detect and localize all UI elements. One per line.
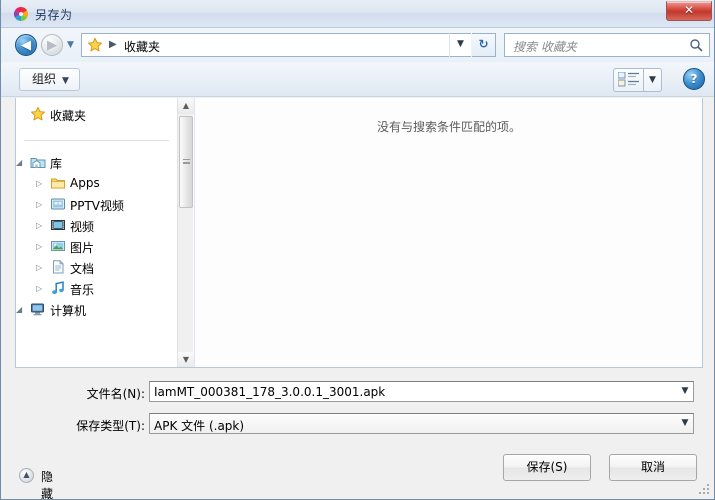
video-library-icon [50, 196, 66, 212]
toolbar: 组织 ▼ ▼ ? [1, 62, 714, 97]
nav-item-7[interactable]: ▷ 音乐 [16, 278, 177, 299]
window-title: 另存为 [35, 8, 73, 22]
scrollbar-thumb[interactable] [179, 116, 193, 208]
nav-item-5[interactable]: ▷ 图片 [16, 236, 177, 257]
scrollbar-grip-icon [183, 159, 190, 164]
computer-icon [30, 301, 46, 317]
address-bar[interactable]: ▶ 收藏夹 [81, 33, 471, 57]
back-arrow-icon: ◀ [21, 38, 31, 53]
nav-item-6[interactable]: ▷ 文档 [16, 257, 177, 278]
collapse-twisty-icon[interactable]: ▷ [36, 284, 46, 294]
star-icon [87, 37, 103, 53]
nav-item-label: 文档 [70, 262, 95, 276]
content-panes: 收藏夹 ◢ 库 ▷ Apps ▷ PPTV视频 ▷ 视频 ▷ 图片 ▷ 文档 ▷ 音乐 ◢ 计算机 ▲ ▼ 没有… [15, 98, 703, 368]
collapse-twisty-icon[interactable]: ▷ [36, 221, 46, 231]
videos-icon [50, 217, 66, 233]
nav-divider [24, 140, 169, 141]
library-icon [30, 154, 46, 170]
question-mark-icon: ? [690, 72, 698, 86]
documents-icon [50, 259, 66, 275]
filename-label: 文件名(N): [86, 387, 145, 401]
pinwheel-icon [13, 6, 29, 22]
nav-item-label: 收藏夹 [50, 109, 87, 123]
chevron-down-icon: ▼ [681, 386, 689, 396]
address-bar-row: ◀ ▶ ▼ ▶ 收藏夹 ▼ ↻ 搜索 收藏夹 [1, 28, 714, 62]
forward-button[interactable]: ▶ [41, 34, 63, 56]
search-input[interactable]: 搜索 收藏夹 [504, 33, 710, 57]
resize-grip-dot [707, 484, 709, 486]
filename-value: IamMT_000381_178_3.0.0.1_3001.apk [154, 385, 386, 399]
resize-grip-dot [699, 492, 701, 494]
filetype-value: APK 文件 (.apk) [154, 419, 245, 433]
resize-grip[interactable] [699, 484, 712, 497]
chevron-down-icon: ▼ [62, 76, 69, 86]
chevron-down-icon: ▼ [681, 418, 689, 428]
nav-item-label: PPTV视频 [70, 199, 125, 213]
nav-pane-scrollbar[interactable]: ▲ ▼ [177, 98, 194, 367]
save-button[interactable]: 保存(S) [503, 454, 591, 481]
save-as-dialog: 另存为 ✕ ◀ ▶ ▼ ▶ 收藏夹 ▼ ↻ 搜索 收藏夹 组织 ▼ ▼ ? 收藏… [0, 0, 715, 500]
pictures-icon [50, 238, 66, 254]
organize-label: 组织 [32, 72, 57, 86]
nav-item-label: 图片 [70, 241, 95, 255]
nav-item-0[interactable]: 收藏夹 [16, 104, 177, 125]
resize-grip-dot [703, 492, 705, 494]
nav-item-1[interactable]: ◢ 库 [16, 152, 177, 173]
collapse-twisty-icon[interactable]: ▷ [36, 179, 46, 189]
close-icon: ✕ [683, 3, 695, 17]
collapse-twisty-icon[interactable]: ▷ [36, 242, 46, 252]
filetype-select[interactable]: APK 文件 (.apk) ▼ [149, 413, 694, 434]
breadcrumb-separator-icon: ▶ [109, 39, 117, 50]
nav-item-2[interactable]: ▷ Apps [16, 173, 177, 194]
chevron-down-icon: ▼ [457, 39, 464, 49]
nav-item-3[interactable]: ▷ PPTV视频 [16, 194, 177, 215]
help-button[interactable]: ? [683, 68, 705, 90]
expand-twisty-icon[interactable]: ◢ [16, 305, 26, 315]
nav-item-label: 音乐 [70, 283, 95, 297]
filename-input[interactable]: IamMT_000381_178_3.0.0.1_3001.apk ▼ [149, 381, 694, 402]
chevron-up-circle-icon: ▲ [19, 468, 34, 483]
refresh-button[interactable]: ↻ [472, 33, 496, 57]
resize-grip-dot [707, 488, 709, 490]
collapse-twisty-icon[interactable]: ▷ [36, 200, 46, 210]
nav-item-label: Apps [70, 176, 100, 190]
recent-pages-chevron-down-icon[interactable]: ▼ [67, 41, 76, 50]
music-icon [50, 280, 66, 296]
back-button[interactable]: ◀ [15, 34, 37, 56]
expand-twisty-icon[interactable]: ◢ [16, 158, 26, 168]
refresh-icon: ↻ [478, 37, 489, 51]
chevron-down-icon: ▼ [649, 75, 656, 85]
filetype-label: 保存类型(T): [76, 419, 145, 433]
breadcrumb-path[interactable]: 收藏夹 [124, 38, 160, 55]
search-placeholder: 搜索 收藏夹 [513, 40, 577, 54]
nav-item-label: 库 [50, 157, 63, 171]
resize-grip-dot [703, 488, 705, 490]
organize-button[interactable]: 组织 ▼ [19, 68, 80, 91]
hide-folders-label: 隐藏文件夹 [41, 470, 54, 500]
search-icon [689, 38, 703, 52]
view-mode-button[interactable] [613, 68, 643, 92]
nav-item-4[interactable]: ▷ 视频 [16, 215, 177, 236]
star-icon [30, 106, 46, 122]
filetype-dropdown-button[interactable]: ▼ [677, 414, 693, 433]
scroll-up-arrow-icon[interactable]: ▲ [178, 98, 194, 114]
view-mode-dropdown-button[interactable]: ▼ [643, 68, 662, 92]
file-list-pane[interactable]: 没有与搜索条件匹配的项。 [194, 98, 702, 367]
nav-item-label: 计算机 [50, 304, 87, 318]
close-button[interactable]: ✕ [666, 1, 712, 21]
nav-item-label: 视频 [70, 220, 95, 234]
title-bar: 另存为 ✕ [1, 0, 714, 28]
resize-grip-dot [707, 492, 709, 494]
scroll-down-arrow-icon[interactable]: ▼ [178, 352, 194, 367]
forward-arrow-icon: ▶ [47, 38, 57, 53]
cancel-button[interactable]: 取消 [609, 454, 697, 481]
filename-dropdown-button[interactable]: ▼ [677, 382, 693, 401]
address-dropdown-button[interactable]: ▼ [449, 33, 471, 57]
nav-item-8[interactable]: ◢ 计算机 [16, 299, 177, 320]
empty-list-message: 没有与搜索条件匹配的项。 [376, 120, 521, 134]
folder-icon [50, 175, 66, 191]
navigation-pane: 收藏夹 ◢ 库 ▷ Apps ▷ PPTV视频 ▷ 视频 ▷ 图片 ▷ 文档 ▷ 音乐 ◢ 计算机 [16, 98, 177, 367]
collapse-twisty-icon[interactable]: ▷ [36, 263, 46, 273]
